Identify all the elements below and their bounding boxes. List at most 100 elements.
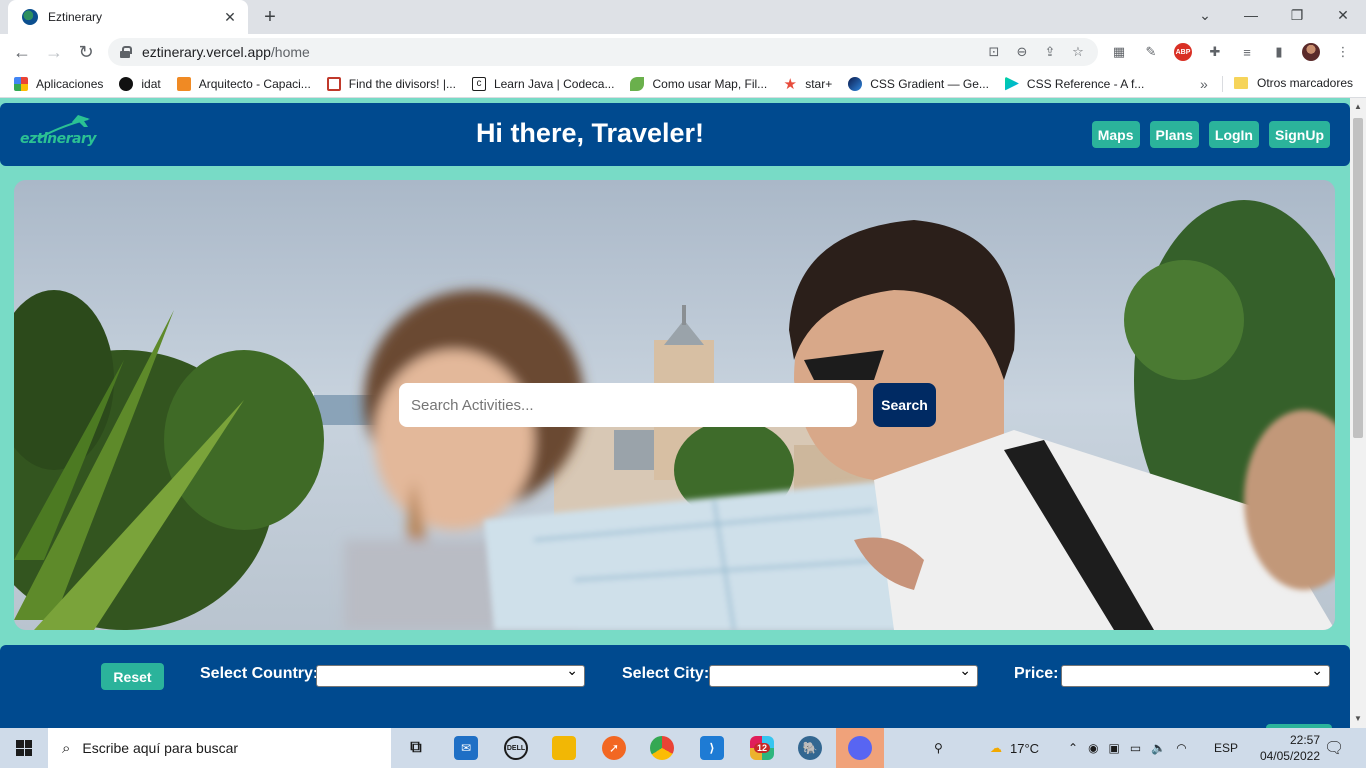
other-bookmarks-label: Otros marcadores: [1257, 76, 1354, 90]
url-host: eztinerary.vercel.app: [142, 44, 271, 60]
reset-button[interactable]: Reset: [101, 663, 164, 690]
bookmark-label: Aplicaciones: [36, 76, 104, 91]
minimize-icon[interactable]: —: [1228, 0, 1274, 30]
record-icon[interactable]: ◉: [1088, 741, 1098, 755]
side-panel-icon[interactable]: ▮: [1270, 43, 1288, 61]
bookmarks-divider: [1222, 76, 1223, 92]
login-button[interactable]: LogIn: [1208, 121, 1259, 148]
bookmark-label: Como usar Map, Fil...: [652, 76, 768, 91]
gradient-icon: [848, 76, 863, 91]
adblock-plus-icon[interactable]: ABP: [1174, 43, 1192, 61]
browser-tab[interactable]: Eztinerary ✕: [8, 0, 248, 34]
bookmark-codewars[interactable]: Find the divisors! |...: [326, 76, 456, 91]
show-hidden-icons-chevron-icon[interactable]: ⌃: [1068, 741, 1078, 755]
taskbar-search-box[interactable]: ⌕ Escribe aquí para buscar: [48, 728, 391, 768]
vscode-icon[interactable]: ⟩: [700, 736, 724, 760]
search-button[interactable]: Search: [873, 383, 936, 427]
language-indicator[interactable]: ESP: [1214, 728, 1238, 768]
people-icon[interactable]: ⚲: [934, 728, 943, 768]
search-activities-input[interactable]: [399, 383, 857, 427]
notifications-icon[interactable]: 🗨: [1324, 728, 1344, 768]
back-icon[interactable]: ←: [8, 38, 36, 66]
bookmark-codecademy[interactable]: c Learn Java | Codeca...: [471, 76, 615, 91]
bookmark-star-icon[interactable]: ☆: [1070, 44, 1086, 60]
taskbar-clock[interactable]: 22:57 04/05/2022: [1240, 732, 1320, 764]
bookmark-label: Learn Java | Codeca...: [493, 76, 615, 91]
volume-icon[interactable]: 🔈: [1151, 741, 1166, 755]
extension-grid-icon[interactable]: ▦: [1110, 43, 1128, 61]
filter-bar: Reset Select Country: Select City: Price…: [0, 645, 1350, 728]
lock-icon: [120, 46, 132, 58]
idat-icon: [119, 76, 134, 91]
meet-now-icon[interactable]: ▣: [1109, 741, 1120, 755]
windows-taskbar: ⌕ Escribe aquí para buscar ⧉ ✉ DELL ➚ ⟩ …: [0, 728, 1366, 768]
page-scrollbar[interactable]: ▲ ▼: [1350, 98, 1366, 728]
bookmark-label: idat: [141, 76, 161, 91]
media-control-icon[interactable]: ≡: [1238, 43, 1256, 61]
close-tab-icon[interactable]: ✕: [222, 9, 238, 25]
profile-avatar[interactable]: [1302, 43, 1320, 61]
bookmark-css-reference[interactable]: CSS Reference - A f...: [1004, 76, 1144, 91]
bookmark-apps[interactable]: Aplicaciones: [14, 76, 104, 91]
new-tab-icon[interactable]: +: [258, 5, 282, 29]
folder-icon: [1234, 77, 1248, 89]
file-explorer-icon[interactable]: [552, 736, 576, 760]
more-bookmarks-chevron-icon[interactable]: »: [1200, 76, 1208, 92]
forward-icon[interactable]: →: [40, 38, 68, 66]
mail-icon[interactable]: ✉: [454, 736, 478, 760]
weather-widget[interactable]: ☁ 17°C: [990, 728, 1039, 768]
battery-icon[interactable]: ▭: [1130, 741, 1141, 755]
maps-button[interactable]: Maps: [1091, 121, 1140, 148]
site-header: eztinerary Hi there, Traveler! Maps Plan…: [0, 103, 1350, 166]
discord-taskbar-item[interactable]: [836, 728, 884, 768]
city-label: Select City:: [622, 665, 710, 682]
clock-date: 04/05/2022: [1259, 749, 1320, 763]
bookmark-css-gradient[interactable]: CSS Gradient — Ge...: [848, 76, 989, 91]
plans-button[interactable]: Plans: [1149, 121, 1199, 148]
scroll-up-icon[interactable]: ▲: [1354, 102, 1362, 111]
start-button[interactable]: [0, 728, 48, 768]
scrollbar-thumb[interactable]: [1353, 118, 1363, 438]
codecademy-icon: c: [471, 76, 486, 91]
bookmark-arquitecto[interactable]: Arquitecto - Capaci...: [176, 76, 311, 91]
tab-search-chevron-icon[interactable]: ⌄: [1182, 0, 1228, 30]
reload-icon[interactable]: ↻: [72, 38, 100, 66]
dell-icon[interactable]: DELL: [504, 736, 528, 760]
postman-icon[interactable]: ➚: [602, 736, 626, 760]
task-view-icon[interactable]: ⧉: [404, 736, 428, 760]
extension-tool-icon[interactable]: ✎: [1142, 43, 1160, 61]
share-icon[interactable]: ⇪: [1042, 44, 1058, 60]
bookmark-label: Find the divisors! |...: [348, 76, 456, 91]
translate-icon[interactable]: ⊡: [986, 44, 1002, 60]
tab-strip: Eztinerary ✕ + ⌄ — ❐ ✕: [0, 0, 1366, 34]
city-select[interactable]: [709, 662, 978, 687]
tab-title: Eztinerary: [48, 10, 103, 24]
close-window-icon[interactable]: ✕: [1320, 0, 1366, 30]
price-label: Price:: [1014, 665, 1059, 682]
url-path: /home: [270, 44, 310, 60]
weather-temperature: 17°C: [1010, 740, 1040, 756]
scroll-down-icon[interactable]: ▼: [1354, 714, 1362, 723]
bookmark-star-plus[interactable]: ★ star+: [783, 76, 832, 93]
wifi-icon[interactable]: ◠: [1176, 741, 1186, 755]
zoom-icon[interactable]: ⊖: [1014, 44, 1030, 60]
bookmark-idat[interactable]: idat: [119, 76, 161, 91]
price-select[interactable]: [1061, 662, 1330, 687]
slack-icon[interactable]: 12: [750, 736, 774, 760]
country-select[interactable]: [316, 662, 585, 687]
country-label: Select Country:: [200, 665, 319, 682]
chrome-icon[interactable]: [650, 736, 674, 760]
restore-icon[interactable]: ❐: [1274, 0, 1320, 30]
extensions-puzzle-icon[interactable]: ✚: [1206, 43, 1224, 61]
browser-menu-icon[interactable]: ⋮: [1334, 43, 1352, 61]
postgresql-icon[interactable]: 🐘: [798, 736, 822, 760]
bookmark-label: Arquitecto - Capaci...: [198, 76, 311, 91]
eztinerary-favicon-icon: [22, 9, 38, 25]
signup-button[interactable]: SignUp: [1269, 121, 1330, 148]
bookmark-map-filter[interactable]: Como usar Map, Fil...: [630, 76, 768, 91]
other-bookmarks[interactable]: Otros marcadores: [1234, 76, 1353, 90]
address-bar[interactable]: eztinerary.vercel.app/home ⊡ ⊖ ⇪ ☆: [108, 38, 1098, 66]
clock-time: 22:57: [1289, 733, 1320, 747]
slack-notification-badge: 12: [753, 743, 770, 753]
hero-banner: Search: [14, 180, 1335, 630]
